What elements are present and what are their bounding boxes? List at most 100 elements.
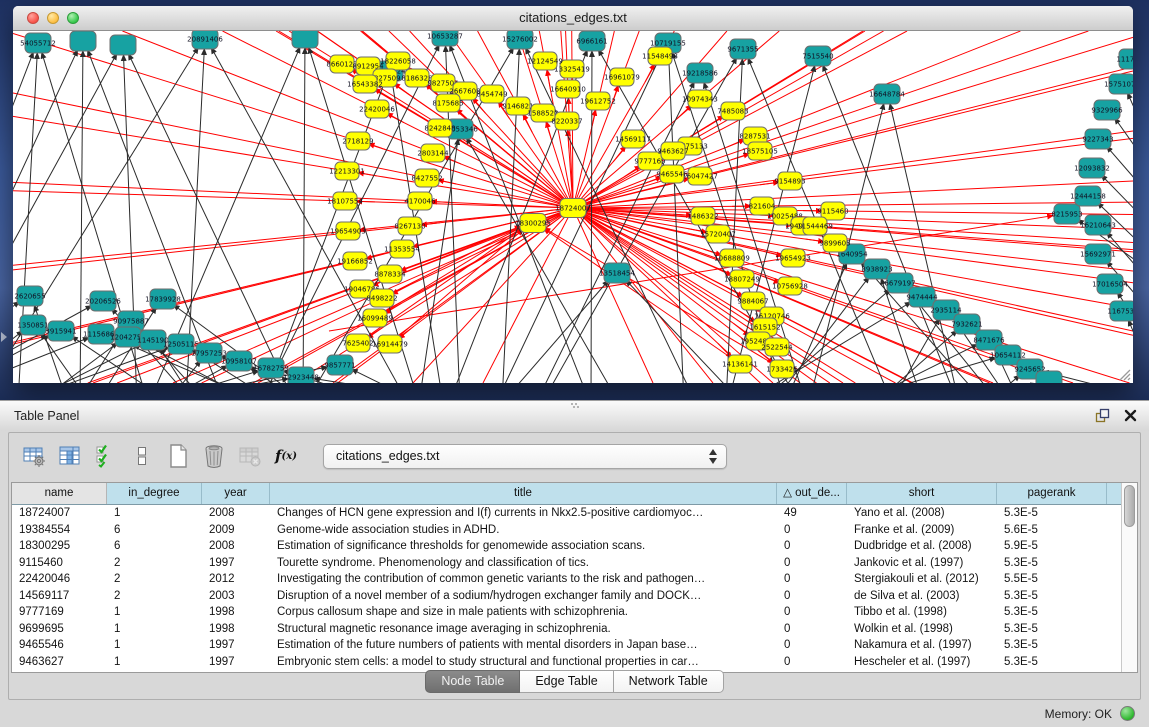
table-cell[interactable]: 0 [777, 555, 847, 572]
panel-collapse-arrow-icon[interactable] [1, 332, 7, 342]
window-titlebar[interactable]: citations_edges.txt [13, 6, 1133, 31]
table-cell[interactable]: 2008 [202, 505, 270, 522]
table-cell[interactable]: Tourette syndrome. Phenomenology and cla… [270, 555, 777, 572]
table-cell[interactable]: 0 [777, 604, 847, 621]
table-cell[interactable]: 9699695 [12, 621, 107, 638]
table-cell[interactable]: 19384554 [12, 522, 107, 539]
table-scrollbar[interactable] [1121, 483, 1137, 672]
table-cell[interactable]: 18724007 [12, 505, 107, 522]
table-row[interactable]: 1872400712008Changes of HCN gene express… [12, 505, 1121, 522]
table-cell[interactable]: Jankovic et al. (1997) [847, 555, 997, 572]
table-cell[interactable]: 9465546 [12, 637, 107, 654]
table-cell[interactable]: 1998 [202, 604, 270, 621]
table-cell[interactable]: 9777169 [12, 604, 107, 621]
table-cell[interactable]: 1998 [202, 621, 270, 638]
table-cell[interactable]: Nakamura et al. (1997) [847, 637, 997, 654]
table-cell[interactable]: Structural magnetic resonance image aver… [270, 621, 777, 638]
table-cell[interactable]: 5.6E-5 [997, 522, 1107, 539]
table-cell[interactable]: Disruption of a novel member of a sodium… [270, 588, 777, 605]
table-cell[interactable]: 5.3E-5 [997, 621, 1107, 638]
table-row[interactable]: 1938455462009Genome-wide association stu… [12, 522, 1121, 539]
tab-edge-table[interactable]: Edge Table [520, 670, 613, 693]
table-cell[interactable]: 1 [107, 505, 202, 522]
table-cell[interactable]: 5.3E-5 [997, 637, 1107, 654]
table-scrollbar-thumb[interactable] [1124, 485, 1135, 527]
table-cell[interactable]: Estimation of significance thresholds fo… [270, 538, 777, 555]
table-cell[interactable]: 1997 [202, 555, 270, 572]
delete-trash-icon[interactable] [201, 443, 227, 469]
column-header-pagerank[interactable]: pagerank [997, 483, 1107, 504]
table-cell[interactable]: 2003 [202, 588, 270, 605]
table-row[interactable]: 1456911722003Disruption of a novel membe… [12, 588, 1121, 605]
table-cell[interactable]: Changes of HCN gene expression and I(f) … [270, 505, 777, 522]
column-header-out_de[interactable]: △ out_de... [777, 483, 847, 504]
table-cell[interactable]: 5.9E-5 [997, 538, 1107, 555]
table-cell[interactable]: 5.3E-5 [997, 555, 1107, 572]
tab-network-table[interactable]: Network Table [614, 670, 724, 693]
table-cell[interactable]: 5.5E-5 [997, 571, 1107, 588]
table-cell[interactable]: 0 [777, 621, 847, 638]
new-document-icon[interactable] [165, 443, 191, 469]
column-header-title[interactable]: title [270, 483, 777, 504]
table-cell[interactable]: 2009 [202, 522, 270, 539]
table-cell[interactable]: 1 [107, 621, 202, 638]
table-cell[interactable]: 5.3E-5 [997, 654, 1107, 671]
table-cell[interactable]: 14569117 [12, 588, 107, 605]
table-selector-dropdown[interactable]: citations_edges.txt [323, 444, 727, 469]
table-cell[interactable]: 18300295 [12, 538, 107, 555]
table-row[interactable]: 911546021997Tourette syndrome. Phenomeno… [12, 555, 1121, 572]
table-cell[interactable]: Corpus callosum shape and size in male p… [270, 604, 777, 621]
table-row[interactable]: 946362711997Embryonic stem cells: a mode… [12, 654, 1121, 671]
table-cell[interactable]: 2 [107, 571, 202, 588]
table-cell[interactable]: Genome-wide association studies in ADHD. [270, 522, 777, 539]
table-cell[interactable]: 0 [777, 571, 847, 588]
table-cell[interactable]: 0 [777, 538, 847, 555]
table-cell[interactable]: Embryonic stem cells: a model to study s… [270, 654, 777, 671]
table-row[interactable]: 969969511998Structural magnetic resonanc… [12, 621, 1121, 638]
table-cell[interactable]: de Silva et al. (2003) [847, 588, 997, 605]
table-cell[interactable]: Hescheler et al. (1997) [847, 654, 997, 671]
table-cell[interactable]: 0 [777, 654, 847, 671]
network-canvas[interactable]: 5405571220891406106532871527600269661611… [13, 31, 1133, 383]
table-cell[interactable]: Investigating the contribution of common… [270, 571, 777, 588]
function-icon[interactable]: f(x) [273, 443, 299, 469]
column-header-year[interactable]: year [202, 483, 270, 504]
table-cell[interactable]: 2012 [202, 571, 270, 588]
table-cell[interactable]: Dudbridge et al. (2008) [847, 538, 997, 555]
table-cell[interactable]: 2 [107, 555, 202, 572]
memory-status-led[interactable] [1120, 706, 1135, 721]
table-cell[interactable]: 0 [777, 637, 847, 654]
column-header-name[interactable]: name [12, 483, 107, 504]
rows-icon[interactable] [129, 443, 155, 469]
table-row[interactable]: 946554611997Estimation of the future num… [12, 637, 1121, 654]
close-window-button[interactable] [27, 12, 39, 24]
table-cell[interactable]: 6 [107, 538, 202, 555]
splitter-grip-icon[interactable] [569, 402, 581, 408]
column-header-in_degree[interactable]: in_degree [107, 483, 202, 504]
table-cell[interactable]: 49 [777, 505, 847, 522]
table-cell[interactable]: 5.3E-5 [997, 588, 1107, 605]
table-cell[interactable]: 1 [107, 637, 202, 654]
table-cell[interactable]: 9463627 [12, 654, 107, 671]
minimize-window-button[interactable] [47, 12, 59, 24]
table-cell[interactable]: 5.3E-5 [997, 505, 1107, 522]
window-resize-grip[interactable] [1117, 367, 1131, 381]
table-row[interactable]: 2242004622012Investigating the contribut… [12, 571, 1121, 588]
table-cell[interactable]: 0 [777, 588, 847, 605]
zoom-window-button[interactable] [67, 12, 79, 24]
table-cell[interactable]: Stergiakouli et al. (2012) [847, 571, 997, 588]
delete-table-icon[interactable] [237, 443, 263, 469]
table-cell[interactable]: 2008 [202, 538, 270, 555]
table-cell[interactable]: 2 [107, 588, 202, 605]
table-cell[interactable]: Yano et al. (2008) [847, 505, 997, 522]
table-row[interactable]: 977716911998Corpus callosum shape and si… [12, 604, 1121, 621]
table-cell[interactable]: Tibbo et al. (1998) [847, 604, 997, 621]
table-cell[interactable]: 1997 [202, 637, 270, 654]
tab-node-table[interactable]: Node Table [425, 670, 520, 693]
table-cell[interactable]: 5.3E-5 [997, 604, 1107, 621]
table-cell[interactable]: 1 [107, 654, 202, 671]
table-cell[interactable]: 0 [777, 522, 847, 539]
float-window-icon[interactable] [1095, 408, 1110, 423]
table-cell[interactable]: 1 [107, 604, 202, 621]
table-cell[interactable]: 22420046 [12, 571, 107, 588]
